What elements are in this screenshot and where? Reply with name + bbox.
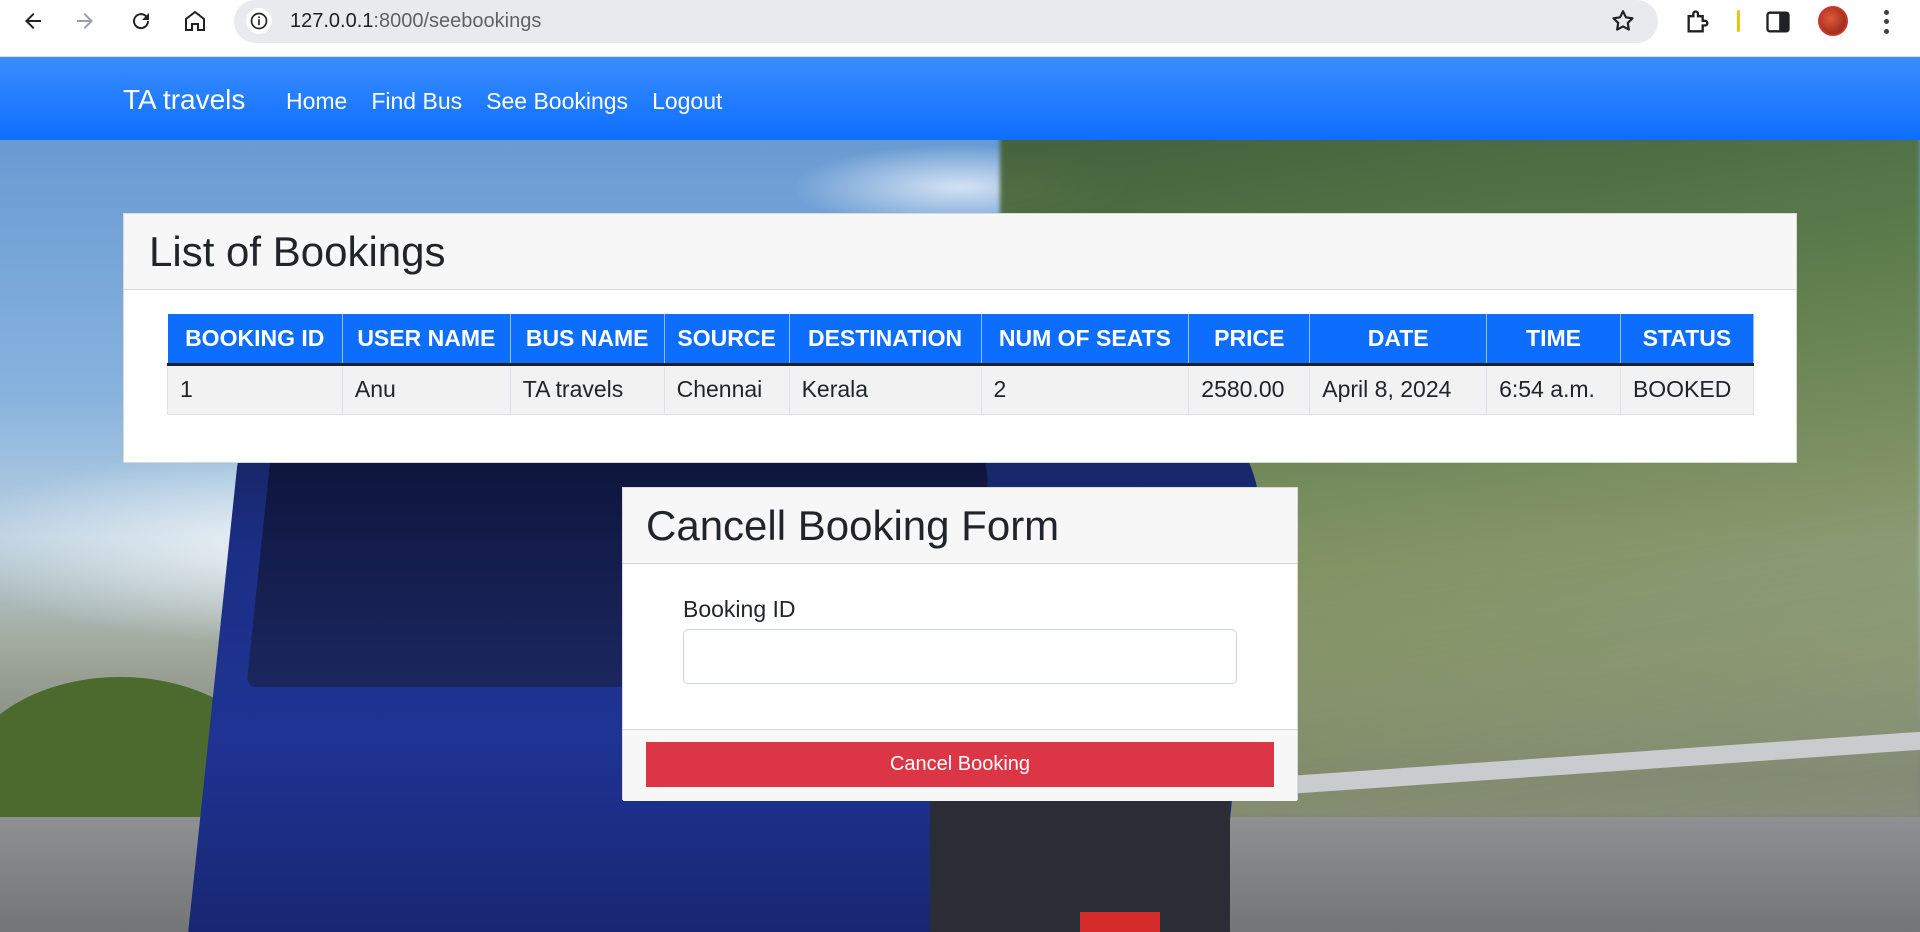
bookings-table: BOOKING ID USER NAME BUS NAME SOURCE DES… xyxy=(167,314,1755,415)
bookings-card-header: List of Bookings xyxy=(124,214,1796,290)
site-navbar: TA travels Home Find Bus See Bookings Lo… xyxy=(0,57,1920,140)
column-header-status: STATUS xyxy=(1620,314,1755,366)
column-header-bus-name: BUS NAME xyxy=(510,314,665,366)
background-bus-plate xyxy=(1080,912,1160,932)
toolbar-divider xyxy=(1737,10,1740,32)
nav-link-find-bus[interactable]: Find Bus xyxy=(371,88,462,115)
cancel-booking-card: Cancell Booking Form Booking ID Cancel B… xyxy=(622,487,1298,801)
kebab-menu-icon[interactable] xyxy=(1876,8,1896,36)
info-icon[interactable] xyxy=(246,8,272,34)
column-header-user-name: USER NAME xyxy=(342,314,511,366)
cancel-form-title: Cancell Booking Form xyxy=(646,502,1060,549)
address-bar[interactable]: 127.0.0.1:8000/seebookings xyxy=(234,0,1658,43)
url-text: 127.0.0.1:8000/seebookings xyxy=(290,10,541,33)
booking-id-label: Booking ID xyxy=(683,596,796,622)
column-header-source: SOURCE xyxy=(664,314,790,366)
cancel-form-footer: Cancel Booking xyxy=(623,729,1297,801)
cell-status: BOOKED xyxy=(1619,363,1755,415)
url-path: :8000/seebookings xyxy=(373,10,542,32)
cell-date: April 8, 2024 xyxy=(1309,363,1488,415)
arrow-right-icon xyxy=(77,13,93,29)
cell-time: 6:54 a.m. xyxy=(1486,363,1621,415)
puzzle-icon[interactable] xyxy=(1684,8,1712,36)
column-header-num-of-seats: NUM OF SEATS xyxy=(981,314,1190,366)
home-button[interactable] xyxy=(180,6,210,36)
bookings-title: List of Bookings xyxy=(149,228,446,275)
cell-num-of-seats: 2 xyxy=(980,363,1190,415)
cell-user-name: Anu xyxy=(341,363,511,415)
cell-source: Chennai xyxy=(663,363,790,415)
navbar-brand[interactable]: TA travels xyxy=(123,84,245,116)
table-row: 1 Anu TA travels Chennai Kerala 2 2580.0… xyxy=(167,363,1755,415)
home-icon xyxy=(185,10,205,31)
column-header-date: DATE xyxy=(1309,314,1488,366)
cancel-card-header: Cancell Booking Form xyxy=(623,488,1297,564)
arrow-left-icon xyxy=(25,13,41,29)
cell-bus-name: TA travels xyxy=(509,363,665,415)
forward-button[interactable] xyxy=(70,6,100,36)
column-header-price: PRICE xyxy=(1188,314,1311,366)
cell-destination: Kerala xyxy=(788,363,982,415)
column-header-destination: DESTINATION xyxy=(789,314,982,366)
nav-link-home[interactable]: Home xyxy=(286,88,347,115)
profile-avatar[interactable] xyxy=(1818,6,1848,36)
reload-icon xyxy=(133,13,150,30)
booking-id-input[interactable] xyxy=(683,629,1237,684)
reload-button[interactable] xyxy=(126,6,156,36)
column-header-time: TIME xyxy=(1486,314,1621,366)
table-header-row: BOOKING ID USER NAME BUS NAME SOURCE DES… xyxy=(167,314,1755,366)
side-panel-icon[interactable] xyxy=(1764,8,1792,36)
url-host: 127.0.0.1 xyxy=(290,10,374,32)
back-button[interactable] xyxy=(18,6,48,36)
star-icon[interactable] xyxy=(1610,8,1636,34)
bookings-card: List of Bookings BOOKING ID USER NAME BU… xyxy=(123,213,1797,463)
nav-link-logout[interactable]: Logout xyxy=(652,88,722,115)
navbar-links: Home Find Bus See Bookings Logout xyxy=(286,88,722,115)
browser-toolbar: 127.0.0.1:8000/seebookings xyxy=(0,0,1920,57)
cancel-form-body: Booking ID xyxy=(623,564,1297,730)
nav-link-see-bookings[interactable]: See Bookings xyxy=(486,88,628,115)
column-header-booking-id: BOOKING ID xyxy=(167,314,343,366)
cell-booking-id: 1 xyxy=(167,363,343,415)
cell-price: 2580.00 xyxy=(1188,363,1311,415)
page-background: TA travels Home Find Bus See Bookings Lo… xyxy=(0,57,1920,932)
cancel-booking-button[interactable]: Cancel Booking xyxy=(646,742,1274,787)
